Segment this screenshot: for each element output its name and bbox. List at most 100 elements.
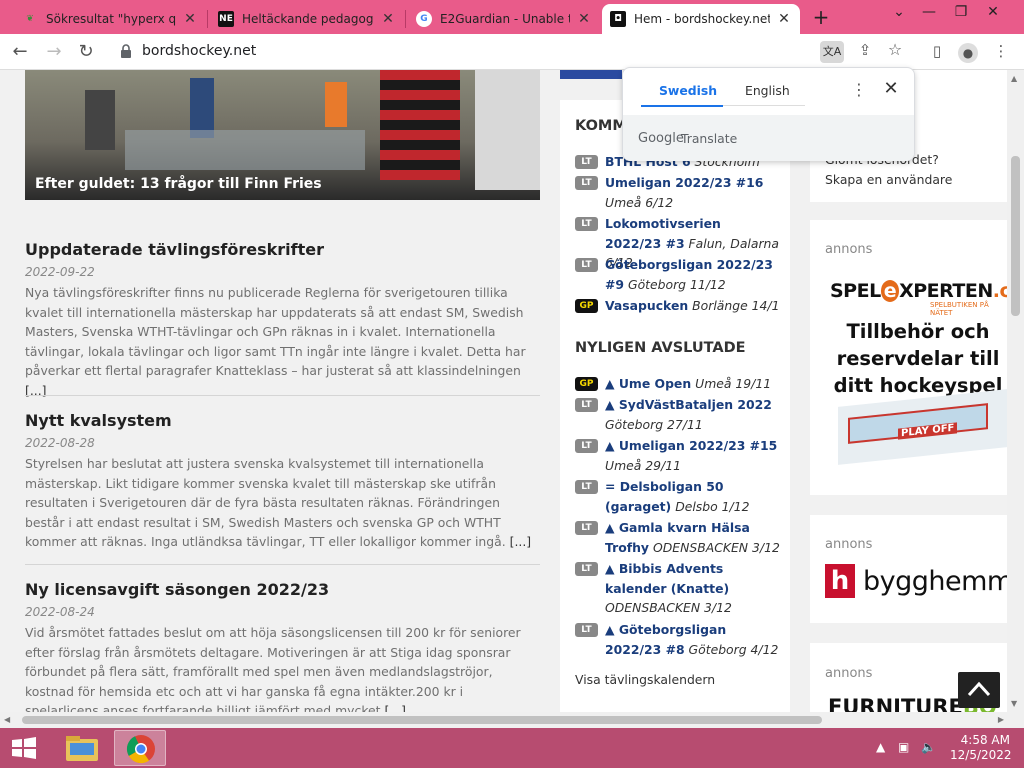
vertical-scrollbar[interactable]: ▲ ▼ [1007, 70, 1024, 712]
ad-headline[interactable]: Tillbehör och reservdelar till ditt hockey… [828, 318, 1007, 399]
ne-icon: NE [218, 11, 234, 27]
post-title[interactable]: Ny licensavgift säsongen 2022/23 [25, 580, 540, 599]
new-tab-button[interactable]: + [810, 5, 832, 29]
tab-swedish[interactable]: Swedish [659, 83, 717, 98]
event-item[interactable]: LT ▲ SydVästBataljen 2022 Göteborg 27/11 [575, 395, 780, 434]
hero-image[interactable]: Efter guldet: 13 frågor till Finn Fries [25, 70, 540, 200]
logo-part: SPEL [830, 280, 881, 302]
tab-ne[interactable]: NE Heltäckande pedagogisk ✕ [210, 4, 404, 34]
event-name[interactable]: ▲ Umeligan 2022/23 #15 [605, 438, 777, 453]
event-item[interactable]: LT = Delsboligan 50 (garaget) Delsbo 1/1… [575, 477, 780, 516]
share-icon[interactable]: ⇪ [854, 41, 876, 63]
scroll-up-arrow-icon[interactable]: ▲ [1011, 74, 1017, 83]
more-options-icon[interactable]: ⋮ [851, 80, 867, 99]
windows-start-icon[interactable] [8, 736, 40, 760]
event-location: Umeå 19/11 [695, 376, 772, 391]
tab-search-results[interactable]: ❦ Sökresultat "hyperx quad ✕ [14, 4, 206, 34]
event-location: ODENSBACKEN 3/12 [652, 539, 780, 555]
bookmark-star-icon[interactable]: ☆ [884, 40, 906, 62]
post-body: Vid årsmötet fattades beslut om att höja… [25, 625, 521, 712]
badge-gp: GP [575, 377, 598, 391]
event-name[interactable]: ▲ Bibbis Advents kalender (Knatte) [605, 561, 729, 596]
taskbar-clock[interactable]: 4:58 AM 12/5/2022 [950, 733, 1012, 763]
restore-icon[interactable]: ❐ [946, 4, 976, 20]
side-panel-icon[interactable]: ▯ [926, 42, 948, 64]
ad-label: annons [825, 242, 873, 257]
event-name[interactable]: Vasapucken [605, 298, 688, 313]
windows-taskbar: ▲ ▣ 🔈 4:58 AM 12/5/2022 [0, 728, 1024, 768]
post: Uppdaterade tävlingsföreskrifter 2022-09… [25, 240, 540, 400]
event-item[interactable]: LT ▲ Umeligan 2022/23 #15 Umeå 29/11 [575, 436, 780, 475]
event-name[interactable]: Umeligan 2022/23 #16 [605, 175, 763, 190]
event-item[interactable]: LT Göteborgsligan 2022/23 #9 Göteborg 11… [575, 255, 780, 294]
chrome-taskbar-icon[interactable] [114, 730, 166, 766]
tab-bordshockey[interactable]: ◘ Hem - bordshockey.net ✕ [602, 4, 800, 34]
read-more-link[interactable]: [...] [385, 703, 406, 712]
event-item[interactable]: LT ▲ Gamla kvarn Hälsa Trofhy ODENSBACKE… [575, 518, 780, 557]
event-item[interactable]: LT Umeligan 2022/23 #16 Umeå 6/12 [575, 173, 780, 212]
event-location: Delsbo 1/12 [675, 498, 750, 514]
close-tab-icon[interactable]: ✕ [380, 11, 396, 27]
scrollbar-thumb[interactable] [22, 716, 822, 724]
tray-expand-icon[interactable]: ▲ [876, 740, 885, 754]
close-tab-icon[interactable]: ✕ [576, 11, 592, 27]
ad-line: reservdelar till [836, 347, 1000, 370]
post-body: Styrelsen har beslutat att justera svens… [25, 456, 506, 549]
tab-search-chevron-icon[interactable]: ⌄ [884, 4, 914, 20]
reload-button[interactable]: ↻ [74, 40, 98, 64]
post-title[interactable]: Uppdaterade tävlingsföreskrifter [25, 240, 540, 259]
spelexperten-logo[interactable]: SPELeXPERTEN.co [830, 280, 1007, 302]
badge-lt: LT [575, 258, 598, 272]
scroll-right-arrow-icon[interactable]: ▶ [998, 715, 1004, 724]
event-item[interactable]: LT ▲ Bibbis Advents kalender (Knatte) OD… [575, 559, 780, 618]
profile-avatar-icon[interactable]: ● [958, 43, 978, 63]
tab-strip: ❦ Sökresultat "hyperx quad ✕ NE Heltäcka… [0, 0, 1024, 34]
close-tab-icon[interactable]: ✕ [776, 11, 792, 27]
post: Nytt kvalsystem 2022-08-28 Styrelsen har… [25, 411, 540, 552]
divider [25, 395, 540, 396]
forward-button[interactable]: → [42, 40, 66, 64]
clock-time: 4:58 AM [960, 733, 1010, 747]
tab-e2guardian[interactable]: G E2Guardian - Unable to ✕ [408, 4, 600, 34]
calendar-link[interactable]: Visa tävlingskalendern [575, 672, 715, 687]
badge-lt: LT [575, 480, 598, 494]
translate-wordmark: Translate [681, 131, 738, 146]
translate-icon[interactable]: 文A [820, 41, 844, 63]
hero-caption[interactable]: Efter guldet: 13 frågor till Finn Fries [35, 176, 322, 192]
post-date: 2022-09-22 [25, 265, 95, 279]
bygghemma-name: bygghemma.s [863, 565, 1007, 597]
address-bar[interactable]: bordshockey.net 文A ⇪ ☆ [108, 38, 916, 66]
file-explorer-icon[interactable] [56, 730, 108, 766]
scroll-left-arrow-icon[interactable]: ◀ [4, 715, 10, 724]
minimize-icon[interactable]: — [914, 4, 944, 20]
create-account-link[interactable]: Skapa en användare [825, 172, 952, 187]
bygghemma-mark: h [825, 564, 855, 598]
tab-english[interactable]: English [745, 83, 790, 98]
event-item[interactable]: GP Vasapucken Borlänge 14/1 [575, 296, 780, 316]
network-icon[interactable]: ▣ [898, 740, 909, 754]
scrollbar-thumb[interactable] [1011, 156, 1020, 316]
read-more-link[interactable]: [...] [510, 534, 531, 549]
chevron-up-icon [967, 681, 991, 697]
event-location: Umeå 6/12 [605, 194, 674, 210]
menu-kebab-icon[interactable]: ⋮ [990, 42, 1012, 64]
close-icon[interactable]: ✕ [881, 78, 901, 99]
scroll-to-top-button[interactable] [958, 672, 1000, 708]
event-item[interactable]: LT ▲ Göteborgsligan 2022/23 #8 Göteborg … [575, 620, 780, 659]
event-name[interactable]: ▲ Ume Open [605, 376, 691, 391]
back-button[interactable]: ← [8, 40, 32, 64]
volume-icon[interactable]: 🔈 [921, 740, 936, 754]
event-name[interactable]: ▲ SydVästBataljen 2022 [605, 397, 772, 412]
close-window-icon[interactable]: ✕ [978, 4, 1008, 20]
horizontal-scrollbar[interactable]: ◀ ▶ [0, 712, 1024, 728]
event-location: Göteborg 4/12 [688, 641, 779, 657]
event-item[interactable]: GP ▲ Ume Open Umeå 19/11 [575, 374, 780, 394]
bygghemma-logo[interactable]: hbygghemma.s [825, 564, 1007, 598]
event-location: Borlänge 14/1 [692, 298, 780, 313]
url-text[interactable]: bordshockey.net [142, 43, 256, 59]
post-title[interactable]: Nytt kvalsystem [25, 411, 540, 430]
language-tabs: Swedish English [641, 68, 805, 107]
scroll-down-arrow-icon[interactable]: ▼ [1011, 699, 1017, 708]
tab-title: Hem - bordshockey.net [634, 12, 770, 26]
close-tab-icon[interactable]: ✕ [182, 11, 198, 27]
